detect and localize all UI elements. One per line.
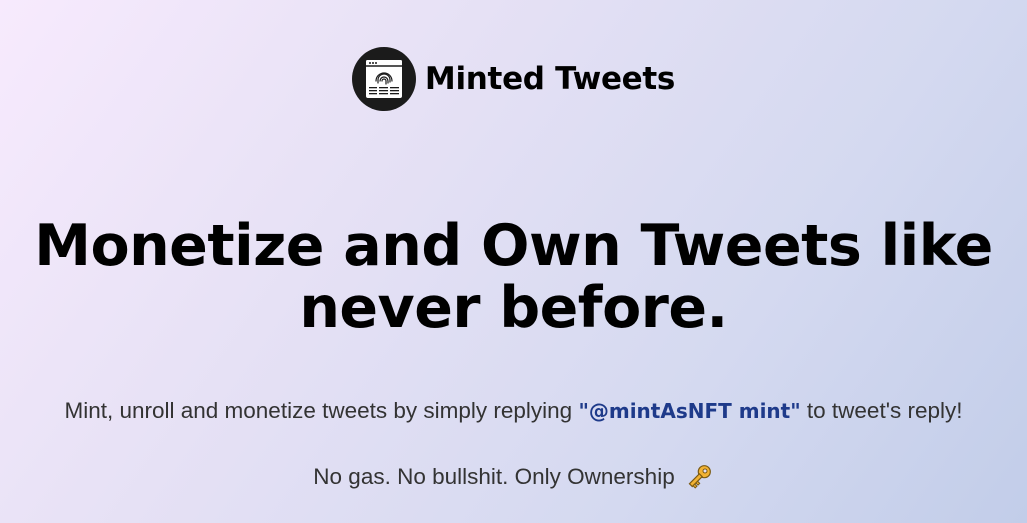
brand-header: Minted Tweets <box>0 47 1027 111</box>
subtitle-text-before: Mint, unroll and monetize tweets by simp… <box>64 398 579 423</box>
hero-subtitle: Mint, unroll and monetize tweets by simp… <box>0 398 1027 424</box>
key-icon <box>684 462 714 492</box>
hero-tagline: No gas. No bullshit. Only Ownership <box>0 462 1027 492</box>
page-headline: Monetize and Own Tweets like never befor… <box>0 215 1027 339</box>
headline-line-1: Monetize and Own Tweets like <box>34 213 993 279</box>
headline-line-2: never before. <box>299 275 728 341</box>
subtitle-text-after: to tweet's reply! <box>800 398 963 423</box>
tagline-text: No gas. No bullshit. Only Ownership <box>313 464 675 489</box>
brand-name: Minted Tweets <box>424 60 676 97</box>
fingerprint-browser-icon <box>351 47 416 111</box>
mint-command-handle: "@mintAsNFT mint" <box>578 399 801 423</box>
